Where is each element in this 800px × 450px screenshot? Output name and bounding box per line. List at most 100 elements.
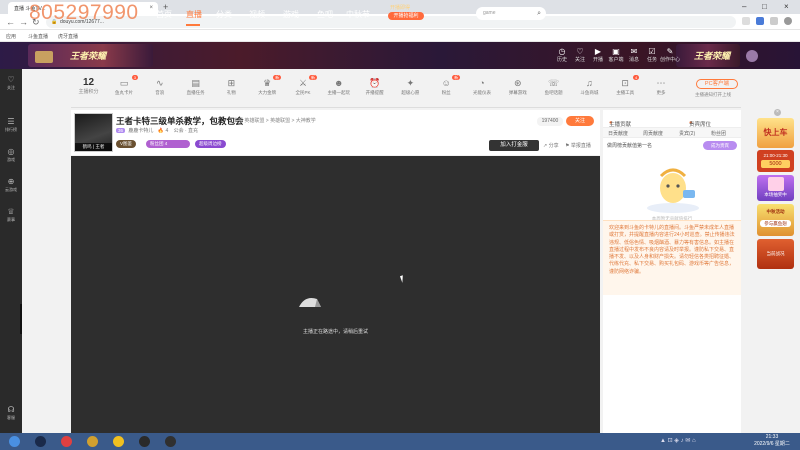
toolbar-item-crown[interactable]: ♛ 大力金牌新 <box>250 75 284 96</box>
header-message-button[interactable]: ✉ 消息 <box>624 47 644 64</box>
room-notice: 欢迎来到斗鱼的卡特儿的直播间。斗鱼严禁未成年人直播或打赏，并提醒直播内容进行24… <box>603 220 741 295</box>
tab-weekly[interactable]: 周贡献度 <box>643 130 663 137</box>
toolbar-item-bag[interactable]: ⊡ 主播工具 4 <box>608 75 642 96</box>
nav-home[interactable]: 首页 <box>156 9 172 20</box>
streamer-avatar[interactable]: 鹤鸣 | 王者 <box>74 113 113 152</box>
nav-category[interactable]: 分类 <box>216 9 232 20</box>
toolbar-item-wish[interactable]: ✦ 超级心愿 <box>393 76 427 96</box>
back-icon[interactable]: ← <box>6 16 15 28</box>
video-player[interactable]: 主播正在路途中，请稍后重试 <box>71 156 600 433</box>
room-category[interactable]: 举报 英雄联盟 > 英雄联盟 > 大神教学 <box>233 117 316 124</box>
taskbar-app-lol[interactable] <box>134 434 154 449</box>
header-creator-button[interactable]: ✎ 创作中心 <box>660 47 680 64</box>
toolbar-item-fans[interactable]: ☺ 粉丝新 <box>429 75 463 96</box>
site-header: 王者荣耀 王者荣耀 <box>0 42 800 69</box>
toolbar-item-fans-card[interactable]: ▭ 鱼丸卡片 3 <box>107 75 141 96</box>
taskbar-app-obs[interactable] <box>160 434 180 449</box>
event-time: 21:00-21:30 <box>763 153 788 158</box>
bookmark-star-icon[interactable] <box>756 17 764 25</box>
sidebar-item-headset[interactable]: ☊ 客服 <box>0 405 22 420</box>
avatar[interactable] <box>746 50 758 62</box>
toolbar-item-wave[interactable]: ∿ 音浪 <box>143 76 177 96</box>
sidebar-item-list[interactable]: ☰ 排行榜 <box>0 117 22 132</box>
taskbar-app-chrome[interactable] <box>108 434 128 449</box>
hot-icon: 🔥 <box>157 128 165 134</box>
creator-icon: ✎ <box>666 47 674 56</box>
nav-live[interactable]: 直播 <box>186 9 202 20</box>
close-icon[interactable]: × <box>774 109 781 116</box>
join-server-button[interactable]: 加入打金服 <box>489 140 539 151</box>
sidebar-item-gamepad[interactable]: ⊕ 云游戏 <box>0 177 22 192</box>
event-countdown[interactable]: 21:00-21:30 5000 <box>757 150 794 172</box>
nav-festival[interactable]: 中秋节 <box>346 9 370 20</box>
search-input[interactable]: game ⌕ <box>476 7 546 20</box>
toolbar-item-label: 直播任务 <box>186 90 205 95</box>
lottery-card[interactable]: 本场抽奖中 <box>757 175 794 201</box>
broadcast-promo[interactable]: 开播即得 开播抢福利 <box>386 4 428 22</box>
share-button[interactable]: ↗ 分享 <box>543 142 559 149</box>
sidebar-item-game[interactable]: ◎ 游戏 <box>0 147 22 162</box>
taskbar-app-red-app[interactable] <box>56 434 76 449</box>
toolbar-badge: 新 <box>452 75 461 80</box>
header-banner-left[interactable]: 王者荣耀 <box>28 44 153 67</box>
toolbar-item-gamepad2[interactable]: ⊛ 弹幕游戏 <box>501 76 535 96</box>
game-app-icon <box>87 436 98 447</box>
forward-icon[interactable]: → <box>19 16 28 28</box>
event-card-top[interactable]: 快上车 <box>757 118 794 148</box>
pc-client-button[interactable]: PC客户端 <box>696 79 738 89</box>
report-button[interactable]: ⚑ 举报直播 <box>565 142 591 149</box>
extensions-icon[interactable] <box>770 17 778 25</box>
header-follow-button[interactable]: ♡ 关注 <box>570 47 590 64</box>
system-clock[interactable]: 21:33 2022/9/6 星期二 <box>748 434 796 448</box>
history-icon: ◷ <box>558 47 566 56</box>
festival-card[interactable]: 中秋活动 参与赢鱼翅 <box>757 204 794 236</box>
follow-button[interactable]: 关注 <box>566 116 594 126</box>
tab-daily[interactable]: 日贡献度 <box>608 130 628 137</box>
battle-card[interactable]: 当前战况 <box>757 239 794 269</box>
header-banner-right[interactable]: 王者荣耀 <box>676 44 740 67</box>
sidebar-item-heart[interactable]: ♡ 关注 <box>0 75 22 90</box>
maximize-icon[interactable]: □ <box>762 1 767 13</box>
toolbar-item-pk[interactable]: ⚔ 全民PK 新 <box>286 75 320 96</box>
bookmark-item[interactable]: 虎牙直播 <box>58 33 78 40</box>
nav-yuba[interactable]: 鱼吧 <box>317 9 333 20</box>
profile-icon[interactable] <box>784 17 792 25</box>
toolbar-item-team[interactable]: ☻ 主播一起玩 <box>322 76 356 96</box>
tab-fans[interactable]: 粉丝团 <box>711 130 726 137</box>
vip-pill[interactable]: V图鉴 <box>116 140 137 148</box>
header-client-button[interactable]: ▣ 客户端 <box>606 47 626 64</box>
overlay-number: 805297990 <box>29 1 139 24</box>
taskbar-app-game-app[interactable] <box>82 434 102 449</box>
level-value: 12 <box>82 77 95 88</box>
toolbar-item-gift-box[interactable]: ⊞ 礼物 <box>214 76 248 96</box>
become-vip-button[interactable]: 成为贵宾 <box>703 141 737 150</box>
header-task-button[interactable]: ☑ 任务 <box>642 47 662 64</box>
bookmark-item[interactable]: 斗鱼直播 <box>28 33 48 40</box>
toolbar-badge: 3 <box>131 75 138 80</box>
anchor-level[interactable]: 12 主播积分 <box>71 77 106 96</box>
toolbar-item-dashboard[interactable]: ◔ 光能仪表 <box>465 76 499 96</box>
taskbar-app-windows-start[interactable] <box>4 434 24 449</box>
toolbar-item-chat[interactable]: ☏ 鱼吧话题 <box>537 76 571 96</box>
tab-vip[interactable]: 贵宾(2) <box>679 130 695 137</box>
close-window-icon[interactable]: × <box>784 1 789 13</box>
game-pill[interactable]: 超级周边榜 <box>195 140 226 148</box>
fans-pill[interactable]: 粉丝团 4 <box>146 140 190 148</box>
streamer-name[interactable]: 鹿鹿卡特儿 <box>128 128 153 134</box>
nav-game[interactable]: 游戏 <box>283 9 299 20</box>
nav-video[interactable]: 视频 <box>249 9 265 20</box>
toolbar-item-more[interactable]: ⋯ 更多 <box>644 76 678 96</box>
header-history-button[interactable]: ◷ 历史 <box>552 47 572 64</box>
toolbar-item-task-list[interactable]: ▤ 直播任务 <box>179 76 213 96</box>
sidebar-item-trophy[interactable]: ♕ 赛事 <box>0 207 22 222</box>
toolbar-item-mic[interactable]: ♫ 斗鱼商城 <box>572 76 606 96</box>
toolbar-item-alarm[interactable]: ⏰ 开播提醒 <box>358 76 392 96</box>
header-broadcast-button[interactable]: ▶ 开播 <box>588 47 608 64</box>
minimize-icon[interactable]: – <box>742 1 746 13</box>
tab-close-icon[interactable]: × <box>149 5 153 11</box>
toolbar-item-label: 超级心愿 <box>401 90 420 95</box>
share-icon[interactable] <box>742 17 750 25</box>
taskbar-app-media[interactable] <box>30 434 50 449</box>
search-icon[interactable]: ⌕ <box>537 7 541 20</box>
bookmark-item[interactable]: 应用 <box>6 33 16 40</box>
